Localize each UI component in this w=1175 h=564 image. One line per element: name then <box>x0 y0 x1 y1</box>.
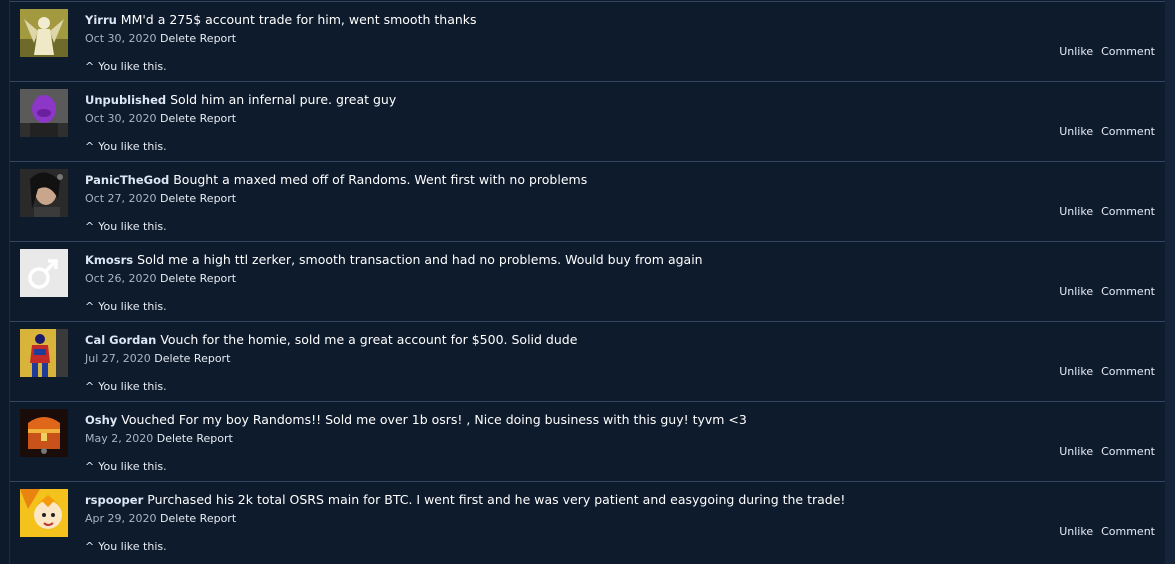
delete-link[interactable]: Delete <box>160 512 196 525</box>
delete-link[interactable]: Delete <box>154 352 190 365</box>
caret-up-icon: ^ <box>85 140 95 153</box>
username-link[interactable]: Kmosrs <box>85 253 133 267</box>
user-avatar[interactable] <box>20 9 68 57</box>
report-link[interactable]: Report <box>196 432 232 445</box>
username-link[interactable]: Cal Gordan <box>85 333 156 347</box>
caret-up-icon: ^ <box>85 540 95 553</box>
likes-text: You like this. <box>98 380 167 393</box>
report-link[interactable]: Report <box>194 352 230 365</box>
comment-date: Oct 27, 2020 <box>85 192 157 205</box>
comment-text: Vouched For my boy Randoms!! Sold me ove… <box>121 412 747 427</box>
comment-date: May 2, 2020 <box>85 432 154 445</box>
likes-text: You like this. <box>98 140 167 153</box>
likes-text: You like this. <box>98 460 167 473</box>
comment-button[interactable]: Comment <box>1101 205 1155 218</box>
delete-link[interactable]: Delete <box>160 192 196 205</box>
unlike-button[interactable]: Unlike <box>1059 125 1093 138</box>
comment-button[interactable]: Comment <box>1101 45 1155 58</box>
comment-item: Oshy Vouched For my boy Randoms!! Sold m… <box>10 401 1165 481</box>
comment-button[interactable]: Comment <box>1101 365 1155 378</box>
unlike-button[interactable]: Unlike <box>1059 45 1093 58</box>
username-link[interactable]: rspooper <box>85 493 143 507</box>
comment-button[interactable]: Comment <box>1101 285 1155 298</box>
comment-date: Oct 30, 2020 <box>85 32 157 45</box>
username-link[interactable]: PanicTheGod <box>85 173 169 187</box>
caret-up-icon: ^ <box>85 60 95 73</box>
comment-text: Vouch for the homie, sold me a great acc… <box>160 332 578 347</box>
caret-up-icon: ^ <box>85 380 95 393</box>
report-link[interactable]: Report <box>200 32 236 45</box>
scrollbar-track[interactable] <box>1165 0 1175 564</box>
unlike-button[interactable]: Unlike <box>1059 445 1093 458</box>
comment-text: Sold me a high ttl zerker, smooth transa… <box>137 252 703 267</box>
comment-item: rspooper Purchased his 2k total OSRS mai… <box>10 481 1165 561</box>
caret-up-icon: ^ <box>85 300 95 313</box>
username-link[interactable]: Yirru <box>85 13 117 27</box>
user-avatar[interactable] <box>20 249 68 297</box>
comment-text: Bought a maxed med off of Randoms. Went … <box>173 172 588 187</box>
delete-link[interactable]: Delete <box>160 32 196 45</box>
user-avatar[interactable] <box>20 489 68 537</box>
comment-date: Oct 26, 2020 <box>85 272 157 285</box>
likes-text: You like this. <box>98 220 167 233</box>
comment-date: Jul 27, 2020 <box>85 352 151 365</box>
user-avatar[interactable] <box>20 329 68 377</box>
user-avatar[interactable] <box>20 409 68 457</box>
comment-item: Kmosrs Sold me a high ttl zerker, smooth… <box>10 241 1165 321</box>
username-link[interactable]: Unpublished <box>85 93 166 107</box>
report-link[interactable]: Report <box>200 512 236 525</box>
comment-button[interactable]: Comment <box>1101 125 1155 138</box>
delete-link[interactable]: Delete <box>157 432 193 445</box>
comment-button[interactable]: Comment <box>1101 445 1155 458</box>
likes-text: You like this. <box>98 540 167 553</box>
report-link[interactable]: Report <box>200 112 236 125</box>
user-avatar[interactable] <box>20 169 68 217</box>
comment-button[interactable]: Comment <box>1101 525 1155 538</box>
comment-item: Unpublished Sold him an infernal pure. g… <box>10 81 1165 161</box>
likes-text: You like this. <box>98 60 167 73</box>
report-link[interactable]: Report <box>200 272 236 285</box>
comment-date: Apr 29, 2020 <box>85 512 157 525</box>
comment-text: Sold him an infernal pure. great guy <box>170 92 397 107</box>
caret-up-icon: ^ <box>85 220 95 233</box>
username-link[interactable]: Oshy <box>85 413 117 427</box>
delete-link[interactable]: Delete <box>160 272 196 285</box>
delete-link[interactable]: Delete <box>160 112 196 125</box>
comment-item: Yirru MM'd a 275$ account trade for him,… <box>10 1 1165 81</box>
unlike-button[interactable]: Unlike <box>1059 205 1093 218</box>
comment-text: MM'd a 275$ account trade for him, went … <box>120 12 477 27</box>
unlike-button[interactable]: Unlike <box>1059 365 1093 378</box>
caret-up-icon: ^ <box>85 460 95 473</box>
report-link[interactable]: Report <box>200 192 236 205</box>
unlike-button[interactable]: Unlike <box>1059 525 1093 538</box>
comment-date: Oct 30, 2020 <box>85 112 157 125</box>
likes-text: You like this. <box>98 300 167 313</box>
unlike-button[interactable]: Unlike <box>1059 285 1093 298</box>
comment-item: Cal Gordan Vouch for the homie, sold me … <box>10 321 1165 401</box>
comment-item: PanicTheGod Bought a maxed med off of Ra… <box>10 161 1165 241</box>
comment-text: Purchased his 2k total OSRS main for BTC… <box>147 492 846 507</box>
user-avatar[interactable] <box>20 89 68 137</box>
comments-panel: Yirru MM'd a 275$ account trade for him,… <box>9 0 1166 564</box>
